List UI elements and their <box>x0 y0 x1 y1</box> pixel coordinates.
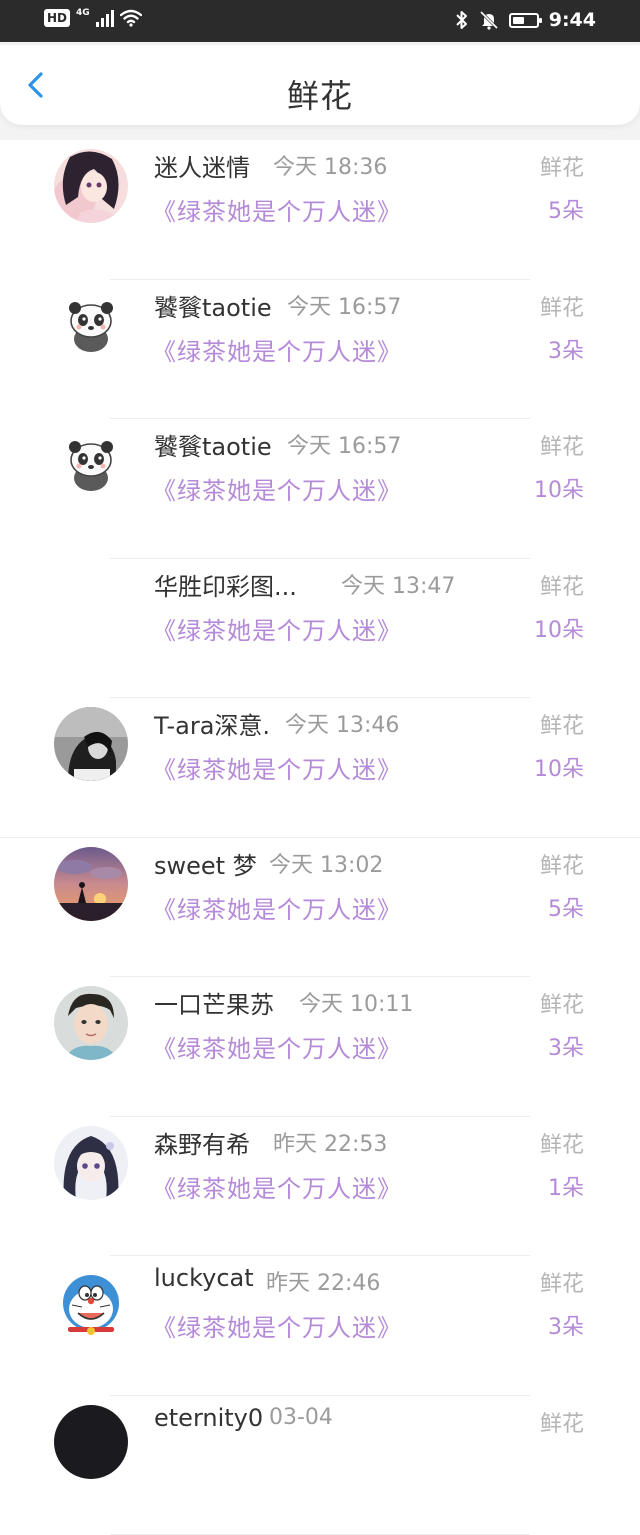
gift-count: 3朵 <box>548 1309 584 1341</box>
timestamp: 今天 16:57 <box>287 428 401 460</box>
avatar[interactable] <box>54 428 128 502</box>
network-type-label: 4G <box>76 9 90 18</box>
book-title: 《绿茶她是个万人迷》 <box>152 1308 402 1343</box>
avatar[interactable] <box>54 289 128 363</box>
book-title: 《绿茶她是个万人迷》 <box>152 471 402 506</box>
bell-muted-icon <box>479 10 499 30</box>
gift-type-label: 鲜花 <box>540 569 584 601</box>
list-item[interactable]: 饕餮taotie 今天 16:57 《绿茶她是个万人迷》 鲜花 3朵 <box>0 280 640 420</box>
gift-type-label: 鲜花 <box>540 708 584 740</box>
list-item[interactable]: luckycat 昨天 22:46 《绿茶她是个万人迷》 鲜花 3朵 <box>0 1256 640 1396</box>
gift-type-label: 鲜花 <box>540 1266 584 1298</box>
gift-type-label: 鲜花 <box>540 987 584 1019</box>
status-time: 9:44 <box>549 9 596 31</box>
status-left: HD 4G <box>44 9 142 27</box>
timestamp: 03-04 <box>269 1405 333 1430</box>
timestamp: 今天 13:46 <box>285 707 399 739</box>
gift-type-label: 鲜花 <box>540 1127 584 1159</box>
avatar[interactable] <box>54 568 128 642</box>
avatar[interactable] <box>54 1265 128 1339</box>
gift-type-label: 鲜花 <box>540 150 584 182</box>
book-title: 《绿茶她是个万人迷》 <box>152 332 402 367</box>
book-title: 《绿茶她是个万人迷》 <box>152 611 402 646</box>
avatar[interactable] <box>54 847 128 921</box>
user-name: 森野有希 <box>154 1125 250 1160</box>
user-name: 饕餮taotie <box>154 427 272 462</box>
user-name: 一口芒果苏 <box>154 985 274 1020</box>
book-title: 《绿茶她是个万人迷》 <box>152 1029 402 1064</box>
user-name: luckycat <box>154 1264 254 1292</box>
avatar[interactable] <box>54 986 128 1060</box>
gift-count: 3朵 <box>548 333 584 365</box>
gift-count: 10朵 <box>534 472 584 504</box>
timestamp: 今天 18:36 <box>273 149 387 181</box>
avatar[interactable] <box>54 1126 128 1200</box>
user-name: 华胜印彩图... <box>154 567 297 602</box>
flower-gift-list: 迷人迷情今天 18:36《绿茶她是个万人迷》鲜花5朵饕餮taotie今天 16:… <box>0 140 640 1535</box>
user-name: 饕餮taotie <box>154 288 272 323</box>
timestamp: 今天 10:11 <box>299 986 413 1018</box>
book-title: 《绿茶她是个万人迷》 <box>152 192 402 227</box>
list-item[interactable]: eternity003-04鲜花 <box>0 1396 640 1535</box>
gift-count: 1朵 <box>548 1170 584 1202</box>
list-item[interactable]: 饕餮taotie 今天 16:57 《绿茶她是个万人迷》 鲜花 10朵 <box>0 419 640 559</box>
gift-count: 10朵 <box>534 751 584 783</box>
list-item[interactable]: sweet 梦今天 13:02 《绿茶她是个万人迷》 鲜花 5朵 <box>0 838 640 978</box>
timestamp: 昨天 22:46 <box>266 1265 380 1297</box>
signal-icon <box>96 9 114 27</box>
timestamp: 今天 13:02 <box>269 847 383 879</box>
gift-count: 3朵 <box>548 1030 584 1062</box>
list-item[interactable]: 迷人迷情今天 18:36 《绿茶她是个万人迷》 鲜花 5朵 <box>0 140 640 280</box>
gift-count: 5朵 <box>548 193 584 225</box>
list-item[interactable]: 华胜印彩图... 今天 13:47 《绿茶她是个万人迷》 鲜花 10朵 <box>0 559 640 699</box>
avatar[interactable] <box>54 707 128 781</box>
list-item[interactable]: T-ara深意. 今天 13:46 《绿茶她是个万人迷》 鲜花 10朵 <box>0 698 640 838</box>
hd-badge: HD <box>44 9 70 27</box>
wifi-icon <box>120 9 142 27</box>
gift-count: 5朵 <box>548 891 584 923</box>
page-title: 鲜花 <box>0 71 640 117</box>
battery-level <box>513 17 524 24</box>
status-right: 9:44 <box>455 9 596 31</box>
timestamp: 昨天 22:53 <box>273 1126 387 1158</box>
book-title: 《绿茶她是个万人迷》 <box>152 1169 402 1204</box>
list-item[interactable]: 一口芒果苏今天 10:11 《绿茶她是个万人迷》 鲜花 3朵 <box>0 977 640 1117</box>
avatar[interactable] <box>54 1405 128 1479</box>
gift-type-label: 鲜花 <box>540 290 584 322</box>
user-name: sweet 梦 <box>154 846 257 881</box>
battery-icon <box>509 13 539 28</box>
header: 鲜花 <box>0 42 640 140</box>
gift-type-label: 鲜花 <box>540 429 584 461</box>
user-name: T-ara深意. <box>154 706 270 741</box>
bluetooth-icon <box>455 10 469 30</box>
user-name: 迷人迷情 <box>154 148 250 183</box>
header-card: 鲜花 <box>0 45 640 125</box>
list-item[interactable]: 森野有希昨天 22:53 《绿茶她是个万人迷》 鲜花 1朵 <box>0 1117 640 1257</box>
timestamp: 今天 13:47 <box>341 568 455 600</box>
gift-count: 10朵 <box>534 612 584 644</box>
gift-type-label: 鲜花 <box>540 848 584 880</box>
user-name: eternity0 <box>154 1404 263 1432</box>
book-title: 《绿茶她是个万人迷》 <box>152 890 402 925</box>
avatar[interactable] <box>54 149 128 223</box>
status-bar: HD 4G 9:44 <box>0 0 640 42</box>
timestamp: 今天 16:57 <box>287 289 401 321</box>
book-title: 《绿茶她是个万人迷》 <box>152 750 402 785</box>
